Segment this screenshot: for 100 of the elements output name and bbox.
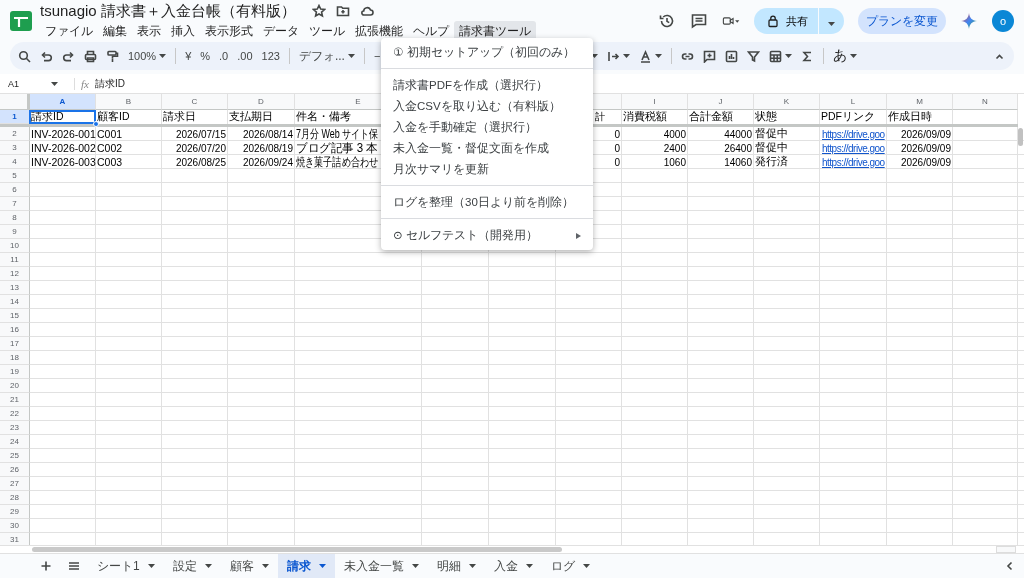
formula-field[interactable]: 請求ID xyxy=(94,76,125,91)
row-header[interactable]: 28 xyxy=(0,491,30,505)
name-box[interactable]: A1 xyxy=(0,78,62,89)
column-header[interactable]: M xyxy=(887,94,953,110)
decrease-decimal-button[interactable]: .0 xyxy=(219,50,229,62)
table-cell: 2026/07/20 xyxy=(175,142,226,154)
row-header[interactable]: 17 xyxy=(0,337,30,351)
row-header[interactable]: 9 xyxy=(0,225,30,239)
table-cell-text: ブログ記事 3 本 xyxy=(296,140,378,156)
menu-item[interactable]: 表示 xyxy=(132,20,166,42)
row-header[interactable]: 12 xyxy=(0,267,30,281)
link[interactable]: https://drive.goo xyxy=(822,128,885,140)
row-header[interactable]: 29 xyxy=(0,505,30,519)
table-cell: 0 xyxy=(614,142,620,154)
table-cell: 44000 xyxy=(724,128,752,140)
row-header[interactable]: 11 xyxy=(0,253,30,267)
link[interactable]: https://drive.goo xyxy=(822,156,885,168)
column-header[interactable]: C xyxy=(162,94,228,110)
menu-item[interactable]: ファイル xyxy=(40,20,98,42)
percent-format-button[interactable]: % xyxy=(200,50,211,62)
increase-decimal-button[interactable]: .00 xyxy=(237,50,253,62)
row-header[interactable]: 25 xyxy=(0,449,30,463)
column-header[interactable]: K xyxy=(754,94,820,110)
row-header[interactable]: 2 xyxy=(0,127,30,141)
table-cell: 2026/09/09 xyxy=(900,156,951,168)
row-header[interactable]: 6 xyxy=(0,183,30,197)
column-header[interactable]: I xyxy=(622,94,688,110)
sheet-tab[interactable]: 未入金一覧 xyxy=(334,553,428,578)
table-cell: INV-2026-003 xyxy=(31,156,96,168)
row-header[interactable]: 20 xyxy=(0,379,30,393)
table-cell: 14060 xyxy=(724,156,752,168)
row-header[interactable]: 8 xyxy=(0,211,30,225)
menu-item[interactable]: 表示形式 xyxy=(200,20,258,42)
menu-option[interactable]: 入金を手動確定（選択行） xyxy=(381,117,593,138)
font-dropdown[interactable]: デフォ... xyxy=(298,47,355,65)
sheet-tab[interactable]: 設定 xyxy=(163,553,221,578)
link[interactable]: https://drive.goo xyxy=(822,142,885,154)
row-header[interactable]: 14 xyxy=(0,295,30,309)
row-header[interactable]: 3 xyxy=(0,141,30,155)
table-cell: 2026/08/19 xyxy=(242,142,293,154)
menu-item[interactable]: 編集 xyxy=(98,20,132,42)
sheet-tab[interactable]: 入金 xyxy=(484,553,542,578)
menu-item[interactable]: 拡張機能 xyxy=(350,20,408,42)
number-format-button[interactable]: 123 xyxy=(261,50,280,62)
menu-option[interactable]: 月次サマリを更新 xyxy=(381,159,593,180)
row-header[interactable]: 13 xyxy=(0,281,30,295)
table-cell: 督促中 xyxy=(755,141,788,155)
row-header[interactable]: 7 xyxy=(0,197,30,211)
table-cell: 26400 xyxy=(724,142,752,154)
row-header[interactable]: 26 xyxy=(0,463,30,477)
account-avatar[interactable]: o xyxy=(992,10,1014,32)
input-tools-dropdown[interactable]: あ xyxy=(833,47,857,65)
sheet-tab[interactable]: 顧客 xyxy=(220,553,278,578)
table-cell: 1060 xyxy=(663,156,686,168)
row-header[interactable]: 23 xyxy=(0,421,30,435)
sheet-tab[interactable]: シート1 xyxy=(88,553,164,578)
row-header[interactable]: 27 xyxy=(0,477,30,491)
change-plan-button[interactable]: プランを変更 xyxy=(858,8,946,34)
row-header[interactable]: 4 xyxy=(0,155,30,169)
row-header[interactable]: 24 xyxy=(0,435,30,449)
menu-option[interactable]: 未入金一覧・督促文面を作成 xyxy=(381,138,593,159)
share-label: 共有 xyxy=(786,13,808,29)
row-header[interactable]: 21 xyxy=(0,393,30,407)
row-header[interactable]: 16 xyxy=(0,323,30,337)
column-header[interactable]: B xyxy=(96,94,162,110)
row-header[interactable]: 19 xyxy=(0,365,30,379)
menu-option[interactable]: ① 初期セットアップ（初回のみ） xyxy=(381,42,593,63)
table-cell: 2026/08/25 xyxy=(175,156,226,168)
zoom-dropdown[interactable]: 100% xyxy=(128,50,167,62)
row-header[interactable]: 30 xyxy=(0,519,30,533)
row-header[interactable]: 22 xyxy=(0,407,30,421)
table-cell-text: 焼き菓子詰め合わせ xyxy=(296,154,378,171)
row-header[interactable]: 15 xyxy=(0,309,30,323)
decrease-font-size-button[interactable]: − xyxy=(373,50,381,62)
table-cell: 督促中 xyxy=(755,127,788,141)
table-cell: 顧客ID xyxy=(97,110,130,124)
sheet-tab[interactable]: ログ xyxy=(541,553,599,578)
menu-item[interactable]: ヘルプ xyxy=(408,20,454,42)
column-header[interactable]: L xyxy=(820,94,887,110)
document-title[interactable]: tsunagio 請求書＋入金台帳（有料版） xyxy=(40,1,296,21)
row-header[interactable]: 10 xyxy=(0,239,30,253)
row-header[interactable]: 18 xyxy=(0,351,30,365)
table-cell: 状態 xyxy=(755,110,777,124)
column-header[interactable]: A xyxy=(30,94,96,110)
share-button[interactable]: 共有 xyxy=(754,8,844,34)
sheet-tab[interactable]: 請求 xyxy=(277,553,335,578)
menu-item[interactable]: ツール xyxy=(304,20,350,42)
column-header[interactable]: D xyxy=(228,94,295,110)
table-cell: C001 xyxy=(97,128,123,140)
menu-item[interactable]: 挿入 xyxy=(166,20,200,42)
sheet-tab[interactable]: 明細 xyxy=(427,553,485,578)
column-header[interactable]: J xyxy=(688,94,754,110)
menu-item[interactable]: データ xyxy=(258,20,304,42)
column-header[interactable]: N xyxy=(953,94,1018,110)
menu-option[interactable]: 請求書PDFを作成（選択行） xyxy=(381,75,593,96)
menu-option[interactable]: ⊙ セルフテスト（開発用） xyxy=(381,225,593,246)
menu-option[interactable]: ログを整理（30日より前を削除） xyxy=(381,192,593,213)
row-header[interactable]: 1 xyxy=(0,110,30,124)
row-header[interactable]: 5 xyxy=(0,169,30,183)
currency-format-button[interactable]: ¥ xyxy=(185,50,192,62)
